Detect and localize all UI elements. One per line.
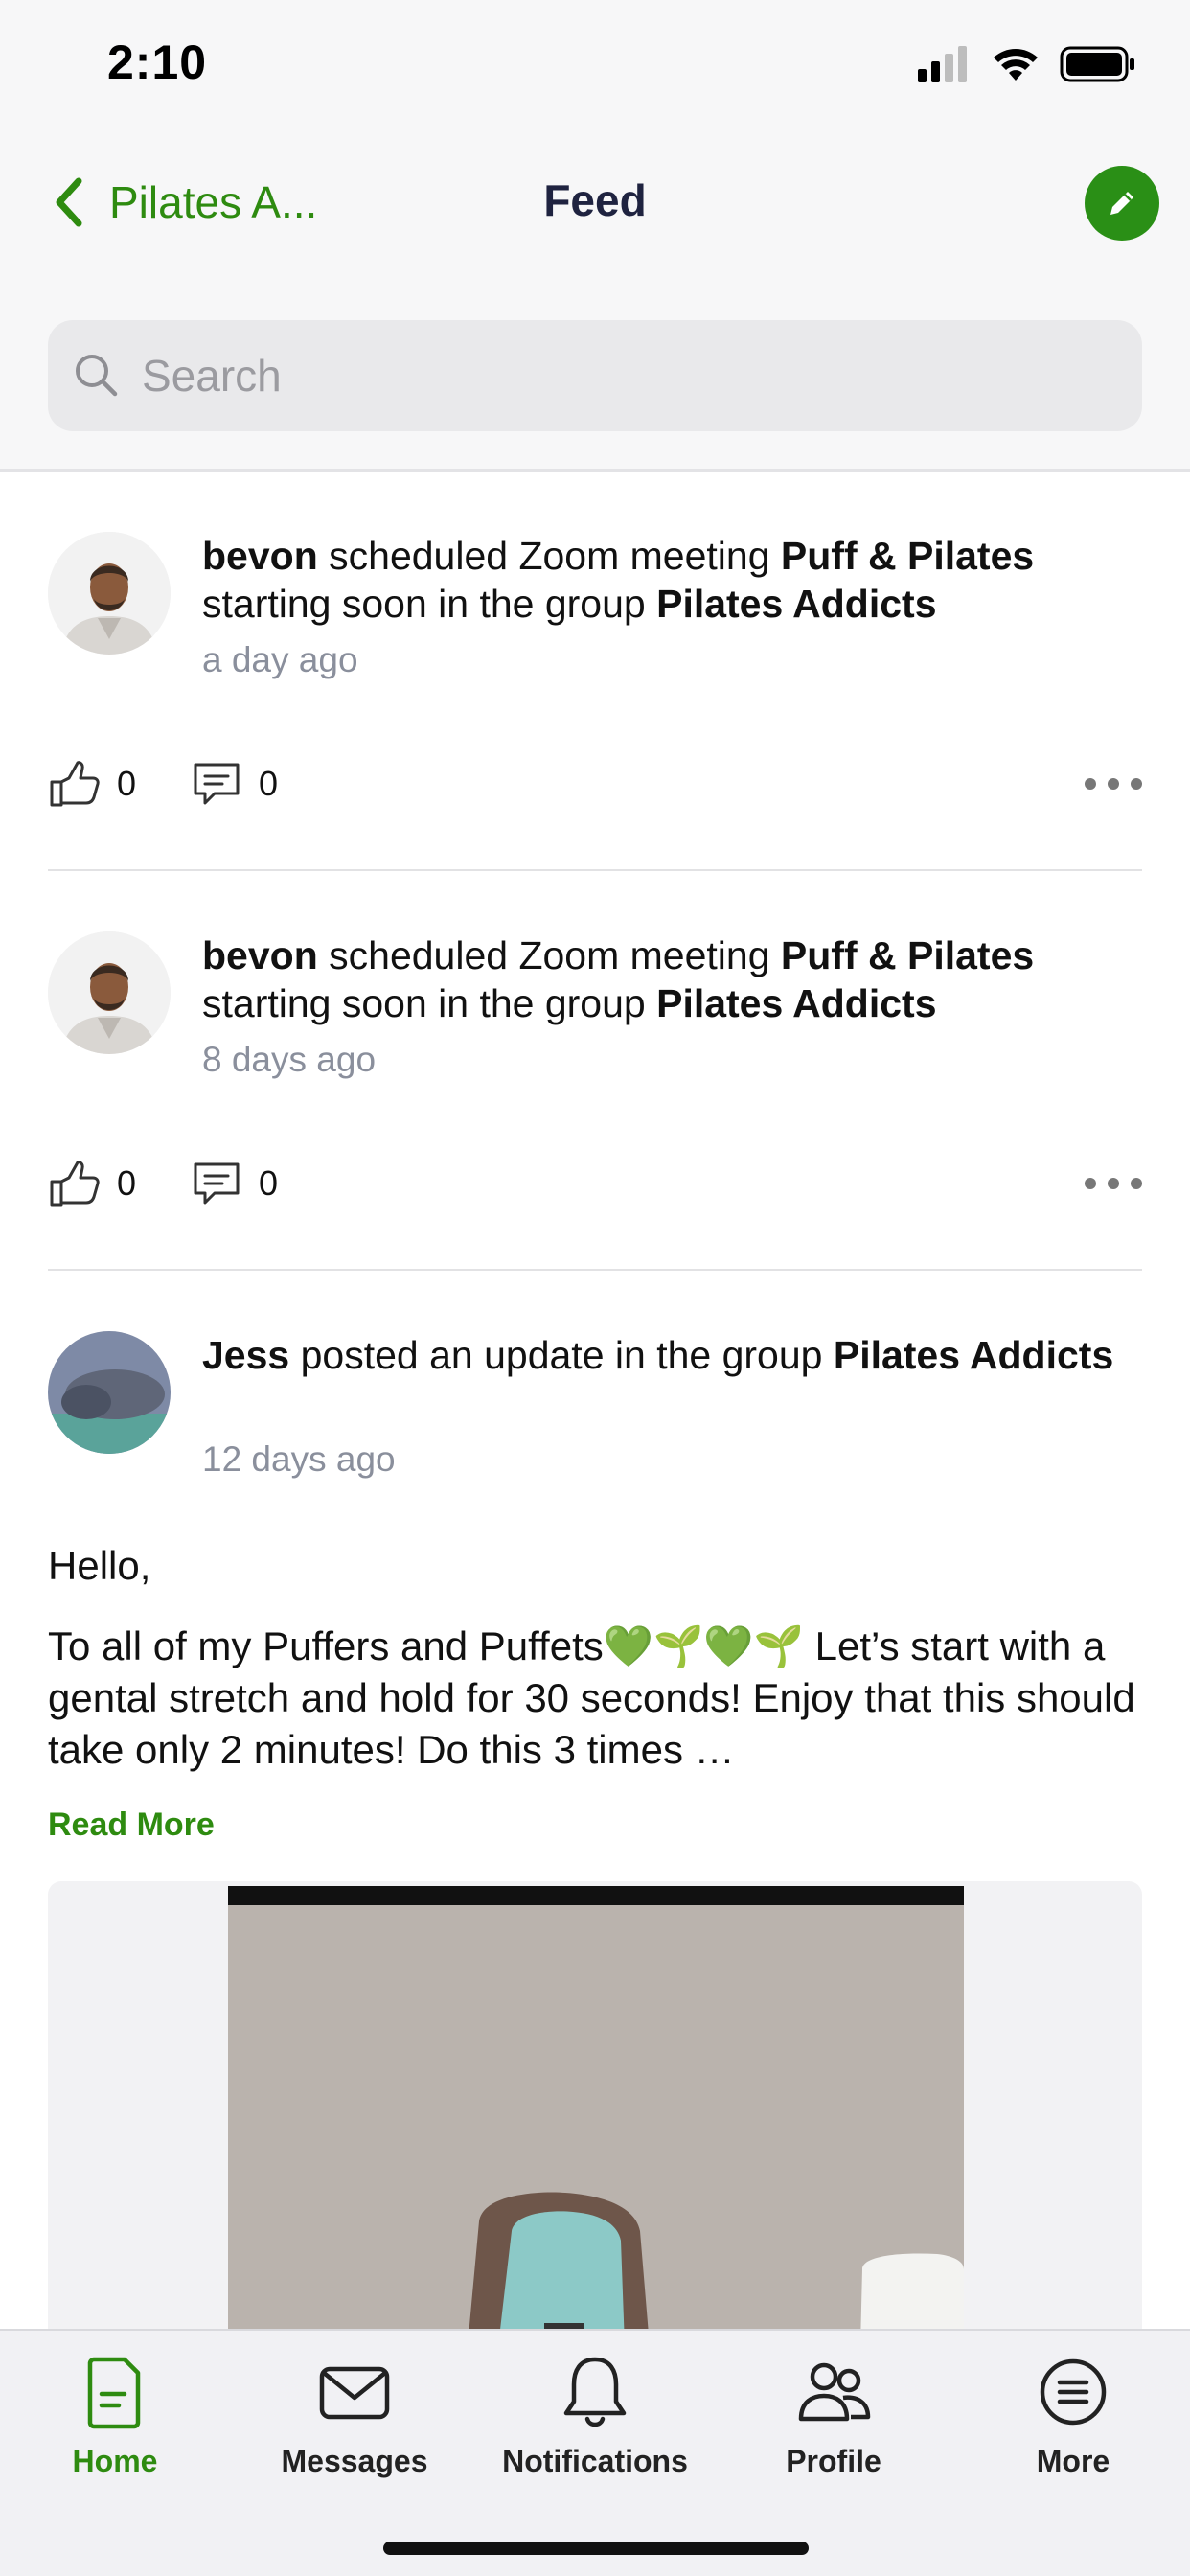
tab-label: Home: [72, 2444, 158, 2478]
avatar[interactable]: [48, 932, 171, 1054]
tab-home[interactable]: Home: [19, 2352, 211, 2496]
post-body: To all of my Puffers and Puffets💚🌱💚🌱 Let…: [48, 1623, 1135, 1772]
tab-bar: Home Messages Notifications Profile More: [0, 2329, 1190, 2576]
thumbs-up-icon: [50, 1161, 100, 1207]
post-actions: 0 0: [48, 1155, 1142, 1212]
post-author[interactable]: Jess: [202, 1333, 289, 1377]
post-greeting: Hello,: [48, 1543, 151, 1588]
post-media-video[interactable]: [48, 1881, 1142, 2341]
avatar-photo: [48, 532, 171, 655]
post-author[interactable]: bevon: [202, 534, 318, 578]
post-timestamp: 8 days ago: [202, 1040, 377, 1079]
post-author[interactable]: bevon: [202, 933, 318, 978]
comment-button[interactable]: 0: [190, 1159, 278, 1208]
like-count: 0: [117, 1163, 137, 1203]
comment-icon: [194, 763, 240, 805]
tab-label: More: [1036, 2444, 1110, 2478]
comment-count: 0: [259, 1163, 279, 1203]
post-timestamp: 12 days ago: [202, 1439, 396, 1479]
like-count: 0: [117, 764, 137, 803]
post-headline: Jess posted an update in the group Pilat…: [202, 1333, 1114, 1377]
home-indicator: [383, 2542, 809, 2555]
list-circle-icon: [1040, 2358, 1107, 2426]
pencil-icon: [1110, 192, 1133, 215]
comment-count: 0: [259, 764, 279, 803]
comment-button[interactable]: 0: [190, 759, 278, 809]
search-icon: [76, 355, 118, 397]
like-button[interactable]: 0: [48, 1159, 136, 1208]
more-options-button[interactable]: [1085, 1164, 1142, 1203]
video-frame: [228, 1886, 964, 2341]
wifi-icon: [994, 49, 1038, 80]
group-name[interactable]: Pilates Addicts: [656, 981, 936, 1025]
like-button[interactable]: 0: [48, 759, 136, 809]
group-name[interactable]: Pilates Addicts: [656, 582, 936, 626]
battery-icon: [1060, 46, 1134, 82]
divider: [48, 1269, 1142, 1271]
signal-icon: [918, 46, 967, 82]
home-document-icon: [87, 2357, 141, 2429]
divider: [48, 869, 1142, 871]
thumbs-up-icon: [50, 761, 100, 807]
search-bar[interactable]: [48, 320, 1142, 431]
comment-icon: [194, 1162, 240, 1205]
post-timestamp: a day ago: [202, 640, 358, 679]
group-name[interactable]: Pilates Addicts: [834, 1333, 1113, 1377]
read-more-link[interactable]: Read More: [48, 1806, 215, 1844]
page-title: Feed: [543, 175, 647, 225]
meeting-title[interactable]: Puff & Pilates: [781, 933, 1034, 978]
more-options-button[interactable]: [1085, 765, 1142, 803]
avatar[interactable]: [48, 1331, 171, 1454]
avatar-photo: [48, 1331, 171, 1454]
tab-notifications[interactable]: Notifications: [499, 2352, 691, 2496]
feed-post: bevon scheduled Zoom meeting Puff & Pila…: [0, 474, 1190, 872]
compose-button[interactable]: [1085, 166, 1159, 241]
tab-label: Notifications: [502, 2444, 688, 2478]
top-header-area: 2:10 Pilates A... Feed: [0, 0, 1190, 472]
tab-more[interactable]: More: [977, 2352, 1169, 2496]
tab-label: Profile: [786, 2444, 881, 2478]
tab-messages[interactable]: Messages: [259, 2352, 450, 2496]
tab-profile[interactable]: Profile: [738, 2352, 929, 2496]
video-still: [228, 1905, 964, 2341]
feed-post: bevon scheduled Zoom meeting Puff & Pila…: [0, 874, 1190, 1272]
status-time: 2:10: [107, 35, 208, 89]
people-icon: [798, 2362, 871, 2422]
post-headline: bevon scheduled Zoom meeting Puff & Pila…: [202, 534, 1035, 626]
avatar-photo: [48, 932, 171, 1054]
tab-label: Messages: [281, 2444, 428, 2478]
avatar[interactable]: [48, 532, 171, 655]
post-actions: 0 0: [48, 755, 1142, 813]
meeting-title[interactable]: Puff & Pilates: [781, 534, 1034, 578]
post-headline: bevon scheduled Zoom meeting Puff & Pila…: [202, 933, 1035, 1025]
envelope-icon: [319, 2366, 390, 2420]
search-input[interactable]: [142, 350, 1100, 402]
status-icons: [918, 46, 1134, 82]
bell-icon: [563, 2357, 627, 2427]
